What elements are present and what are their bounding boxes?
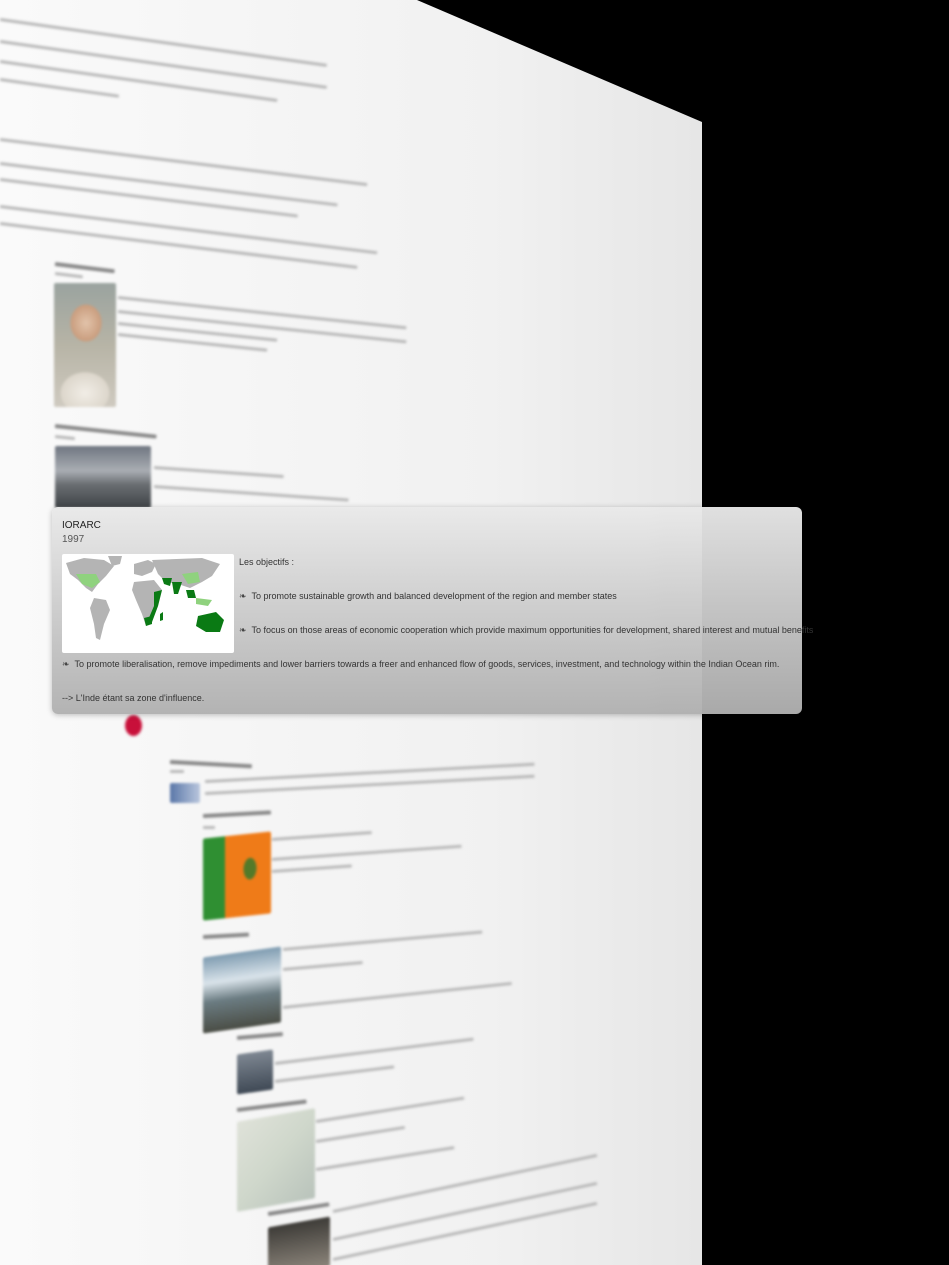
- blurred-text-line: [0, 18, 327, 67]
- world-map-image: [62, 554, 234, 653]
- blurred-text-line: [153, 466, 284, 479]
- photo-thumbnail: [268, 1216, 330, 1265]
- fleuron-bullet-icon: ❧: [62, 659, 70, 669]
- tsunami-thumbnail: [203, 946, 281, 1034]
- fleuron-bullet-icon: ❧: [239, 625, 247, 635]
- map-madagascar-member: [160, 612, 163, 621]
- objective-text: To promote liberalisation, remove impedi…: [74, 659, 780, 669]
- blurred-text-line: [274, 1065, 395, 1083]
- blurred-text-line: [0, 60, 278, 102]
- blurred-text-line: [282, 981, 512, 1009]
- blurred-text-line: [315, 1146, 455, 1171]
- blurred-entry-year: [54, 272, 83, 279]
- objective-item: ❧ To promote sustainable growth and balan…: [239, 591, 617, 602]
- blurred-text-line: [332, 1153, 598, 1213]
- blurred-text-line: [315, 1096, 465, 1123]
- map-india-member: [172, 582, 182, 594]
- objectives-heading: Les objectifs :: [239, 557, 295, 567]
- blurred-entry-year: [203, 826, 215, 829]
- map-asia: [152, 558, 220, 588]
- blurred-text-line: [282, 961, 363, 971]
- party-flag-thumbnail: [203, 831, 271, 921]
- map-indonesia-highlight: [196, 598, 212, 606]
- blurred-text-line: [153, 485, 349, 502]
- conclusion-note: --> L'Inde étant sa zone d'influence.: [62, 693, 205, 703]
- map-middle-east-members: [162, 578, 172, 586]
- timeline-event-card[interactable]: IORARC 1997 Les objectifs: ❧ To promote…: [52, 507, 813, 714]
- blurred-text-line: [0, 138, 368, 187]
- event-title: IORARC: [62, 520, 101, 531]
- map-australia-member: [196, 612, 224, 632]
- blurred-text-line: [315, 1125, 406, 1143]
- blurred-text-line: [274, 1037, 474, 1065]
- map-thumbnail: [237, 1108, 315, 1212]
- blurred-entry-title: [169, 760, 252, 769]
- blurred-entry-title: [202, 810, 272, 818]
- portrait-thumbnail: [54, 283, 116, 407]
- objective-text: To focus on those areas of economic coop…: [251, 625, 814, 635]
- blurred-entry-title: [54, 262, 115, 274]
- objective-item: ❧ To focus on those areas of economic coo…: [239, 625, 813, 636]
- blurred-entry-title: [236, 1031, 283, 1040]
- blurred-entry-year: [170, 770, 184, 773]
- blurred-text-line: [282, 930, 483, 951]
- city-thumbnail: [55, 446, 151, 508]
- blurred-text-line: [0, 40, 327, 89]
- timeline-marker-dot: [125, 715, 142, 736]
- blurred-text-line: [271, 864, 352, 873]
- map-southeast-asia-members: [186, 590, 196, 598]
- blurred-entry-title: [236, 1099, 307, 1112]
- blurred-text-line: [0, 78, 120, 98]
- objective-text: To promote sustainable growth and balanc…: [251, 591, 617, 601]
- logo-thumbnail: [170, 783, 200, 803]
- objective-item: ❧ To promote liberalisation, remove imped…: [62, 659, 779, 670]
- blurred-entry-title: [202, 932, 250, 939]
- blurred-entry-year: [54, 435, 76, 441]
- fleuron-bullet-icon: ❧: [239, 591, 247, 601]
- blurred-text-line: [271, 831, 372, 841]
- blurred-text-line: [271, 844, 462, 861]
- map-europe: [134, 560, 156, 576]
- city-thumbnail: [237, 1049, 273, 1095]
- world-map-svg: [66, 556, 224, 640]
- map-south-america: [90, 598, 110, 640]
- event-year: 1997: [62, 534, 85, 545]
